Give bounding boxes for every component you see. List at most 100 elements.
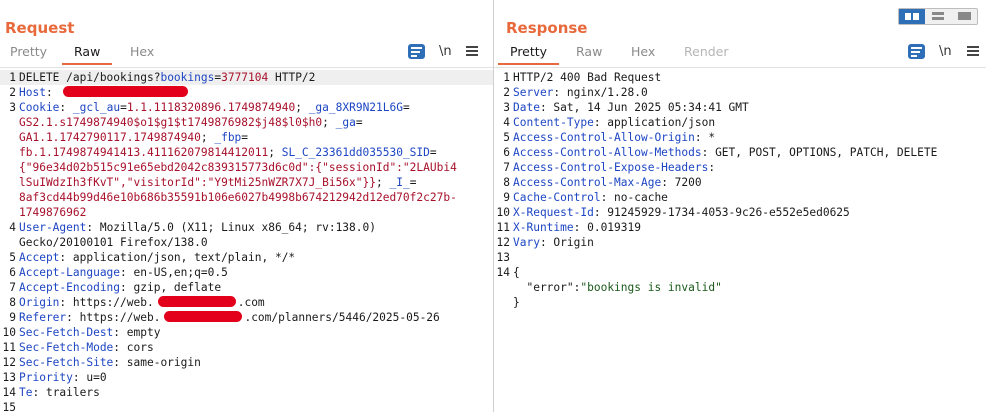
request-tab-pretty[interactable]: Pretty: [10, 43, 47, 65]
request-line[interactable]: GA1.1.1742790117.1749874940; _fbp=: [0, 130, 493, 145]
code-token: =: [120, 101, 127, 114]
line-content: lSuIWdzIh3fKvT","visitorId":"Y9tMi25nWZR…: [19, 175, 416, 190]
line-content: GA1.1.1742790117.1749874940; _fbp=: [19, 130, 248, 145]
line-content: fb.1.1749874941413.411162079814412011; S…: [19, 145, 437, 160]
response-line[interactable]: "error":"bookings is invalid": [494, 280, 986, 295]
code-token: : GET, POST, OPTIONS, PATCH, DELETE: [701, 146, 938, 159]
response-newline-toggle[interactable]: \n: [939, 44, 952, 60]
response-line[interactable]: 14{: [494, 265, 986, 280]
request-tab-hex[interactable]: Hex: [130, 43, 154, 65]
line-content: Te: trailers: [19, 385, 100, 400]
request-line[interactable]: 10 Sec-Fetch-Dest: empty: [0, 325, 493, 340]
code-token: Cookie: [19, 101, 60, 114]
request-line[interactable]: 1749876962: [0, 205, 493, 220]
response-line[interactable]: 13: [494, 250, 986, 265]
request-line[interactable]: 13 Priority: u=0: [0, 370, 493, 385]
response-line[interactable]: 5 Access-Control-Allow-Origin: *: [494, 130, 986, 145]
line-number: 9: [9, 311, 16, 324]
response-tab-pretty[interactable]: Pretty: [498, 43, 560, 65]
code-token: 3777104: [221, 71, 269, 84]
code-token: GS2.1.s1749874940$o1$g1$t1749876982$j48$…: [19, 116, 323, 129]
response-line[interactable]: 1 HTTP/2 400 Bad Request: [494, 70, 986, 85]
response-line[interactable]: 8 Access-Control-Max-Age: 7200: [494, 175, 986, 190]
request-newline-toggle[interactable]: \n: [439, 44, 452, 60]
response-tab-raw[interactable]: Raw: [576, 43, 602, 65]
response-editor[interactable]: 1 HTTP/2 400 Bad Request 2 Server: nginx/1.…: [494, 67, 986, 412]
code-token: =: [409, 176, 417, 189]
response-line[interactable]: 11 X-Runtime: 0.019319: [494, 220, 986, 235]
layout-side-by-side-icon[interactable]: [899, 9, 925, 24]
line-content: Sec-Fetch-Site: same-origin: [19, 355, 201, 370]
code-token: HTTP/2 400 Bad Request: [513, 71, 662, 84]
request-tab-raw[interactable]: Raw: [62, 43, 113, 65]
line-number: 6: [503, 146, 510, 159]
request-editor[interactable]: 1 DELETE /api/bookings?bookings=3777104 H…: [0, 67, 493, 412]
request-line[interactable]: 3 Cookie: _gcl_au=1.1.1118320896.17498749…: [0, 100, 493, 115]
line-content: Server: nginx/1.28.0: [513, 85, 648, 100]
request-line[interactable]: 11 Sec-Fetch-Mode: cors: [0, 340, 493, 355]
code-token: : same-origin: [113, 356, 201, 369]
request-line[interactable]: 9 Referer: https://web. .com/planners/5446…: [0, 310, 493, 325]
request-line[interactable]: 4 User-Agent: Mozilla/5.0 (X11; Linux x86…: [0, 220, 493, 235]
request-line[interactable]: lSuIWdzIh3fKvT","visitorId":"Y9tMi25nWZR…: [0, 175, 493, 190]
response-line[interactable]: 3 Date: Sat, 14 Jun 2025 05:34:41 GMT: [494, 100, 986, 115]
layout-top-bottom-icon[interactable]: [925, 9, 951, 24]
line-content: Access-Control-Allow-Origin: *: [513, 130, 715, 145]
request-menu-icon[interactable]: [466, 46, 478, 57]
code-token: HTTP/2: [268, 71, 316, 84]
code-token: fb.1.1749874941413.411162079814412011: [19, 146, 269, 159]
request-title: Request: [5, 19, 75, 37]
request-line[interactable]: 7 Accept-Encoding: gzip, deflate: [0, 280, 493, 295]
request-line[interactable]: 14 Te: trailers: [0, 385, 493, 400]
response-tab-render[interactable]: Render: [684, 43, 729, 65]
line-number: 3: [503, 101, 510, 114]
layout-single-icon[interactable]: [951, 9, 977, 24]
request-wrap-icon[interactable]: [408, 44, 425, 59]
code-token: =: [241, 131, 249, 144]
response-line[interactable]: 4 Content-Type: application/json: [494, 115, 986, 130]
request-line[interactable]: 15: [0, 400, 493, 412]
code-token: : application/json, text/plain, */*: [59, 251, 296, 264]
response-line[interactable]: 6 Access-Control-Allow-Methods: GET, POST…: [494, 145, 986, 160]
request-line[interactable]: 8af3cd44b99d46e10b686b35591b106e6027b499…: [0, 190, 493, 205]
response-line[interactable]: 2 Server: nginx/1.28.0: [494, 85, 986, 100]
code-token: Access-Control-Allow-Methods: [513, 146, 702, 159]
response-line[interactable]: 12 Vary: Origin: [494, 235, 986, 250]
request-line[interactable]: 12 Sec-Fetch-Site: same-origin: [0, 355, 493, 370]
response-line[interactable]: 7 Access-Control-Expose-Headers:: [494, 160, 986, 175]
response-line[interactable]: 10 X-Request-Id: 91245929-1734-4053-9c26-…: [494, 205, 986, 220]
response-wrap-icon[interactable]: [908, 44, 925, 59]
request-line[interactable]: 2 Host:: [0, 85, 493, 100]
line-content: Cookie: _gcl_au=1.1.1118320896.174987494…: [19, 100, 410, 115]
response-tab-hex[interactable]: Hex: [631, 43, 655, 65]
request-line[interactable]: 5 Accept: application/json, text/plain, *…: [0, 250, 493, 265]
request-line[interactable]: 1 DELETE /api/bookings?bookings=3777104 H…: [0, 70, 493, 85]
line-number: 6: [9, 266, 16, 279]
code-token: lSuIWdzIh3fKvT","visitorId":"Y9tMi25nWZR…: [19, 176, 376, 189]
code-token: Access-Control-Expose-Headers: [513, 161, 709, 174]
line-content: Content-Type: application/json: [513, 115, 715, 130]
request-line[interactable]: Gecko/20100101 Firefox/138.0: [0, 235, 493, 250]
code-token: X-Runtime: [513, 221, 574, 234]
request-line[interactable]: 8 Origin: https://web. .com: [0, 295, 493, 310]
code-token: Content-Type: [513, 116, 594, 129]
line-number: 2: [9, 86, 16, 99]
code-token: Te: [19, 386, 33, 399]
request-line[interactable]: GS2.1.s1749874940$o1$g1$t1749876982$j48$…: [0, 115, 493, 130]
code-token: : https://web.: [59, 296, 154, 309]
request-line[interactable]: {"96e34d02b515c91e65ebd2042c839315773d6c…: [0, 160, 493, 175]
line-content: "error":"bookings is invalid": [513, 280, 721, 295]
request-line[interactable]: 6 Accept-Language: en-US,en;q=0.5: [0, 265, 493, 280]
response-menu-icon[interactable]: [967, 46, 979, 57]
redaction-mark: [63, 86, 189, 97]
response-line[interactable]: }: [494, 295, 986, 310]
code-token: ;: [322, 116, 336, 129]
line-content: Access-Control-Max-Age: 7200: [513, 175, 702, 190]
code-token: : empty: [113, 326, 161, 339]
response-line[interactable]: 9 Cache-Control: no-cache: [494, 190, 986, 205]
code-token: : u=0: [72, 371, 107, 384]
code-token: Origin: [19, 296, 60, 309]
request-line[interactable]: fb.1.1749874941413.411162079814412011; S…: [0, 145, 493, 160]
redaction-mark: [157, 296, 236, 307]
code-token: =: [355, 116, 363, 129]
